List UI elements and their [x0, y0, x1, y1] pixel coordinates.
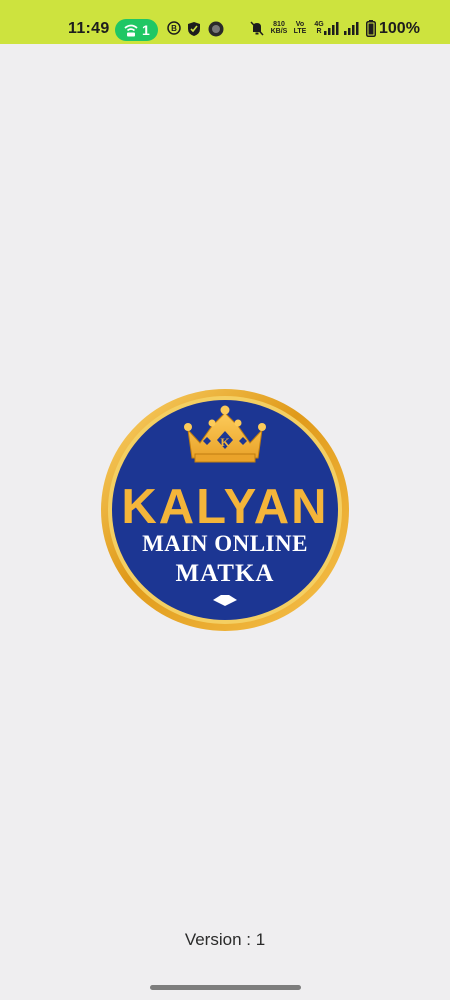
version-text: Version : 1 [184, 930, 266, 949]
svg-text:B: B [171, 24, 177, 33]
status-time: 11:49 [68, 20, 110, 37]
battery-percent: 100% [379, 20, 420, 37]
net-speed-value: 810 [273, 21, 285, 28]
logo-title-kalyan: KALYAN [121, 480, 328, 534]
volte-indicator: Vo LTE [292, 21, 308, 35]
b-icon: B [167, 21, 181, 40]
status-bar: 11:49 1 B 810 KB/S Vo LTE 4G R 100% [0, 0, 450, 44]
crown-letter: K [220, 435, 230, 449]
mute-icon [250, 21, 264, 41]
net-speed-unit: KB/S [270, 28, 288, 35]
logo-subtitle-matka: MATKA [176, 560, 275, 587]
home-indicator[interactable] [150, 985, 301, 990]
avatar-icon [208, 21, 224, 42]
volte-top: Vo [295, 21, 305, 28]
hotspot-pill[interactable]: 1 [115, 19, 158, 41]
net-speed: 810 KB/S [269, 21, 289, 35]
volte-bottom: LTE [293, 28, 307, 35]
shield-icon [187, 21, 201, 42]
logo-subtitle-main-online: MAIN ONLINE [142, 531, 308, 556]
battery-icon [366, 20, 376, 42]
wifi-hotspot-icon [123, 22, 139, 43]
app-logo: K KALYAN MAIN ONLINE MATKA [100, 388, 350, 632]
hotspot-count: 1 [142, 22, 150, 38]
signal-icon-2 [344, 22, 362, 40]
signal-icon [323, 22, 339, 40]
